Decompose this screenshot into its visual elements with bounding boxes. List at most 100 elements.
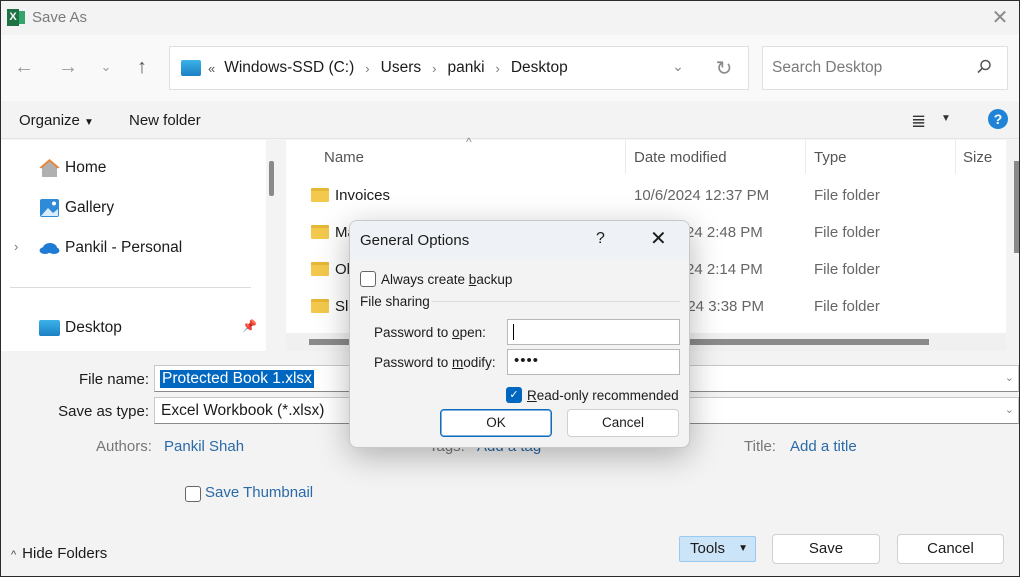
breadcrumb: « Windows-SSD (C:) › Users › panki › Des… bbox=[208, 59, 568, 77]
always-create-backup-checkbox[interactable] bbox=[360, 271, 376, 287]
read-only-recommended-label[interactable]: Read-only recommended bbox=[527, 388, 679, 403]
sidebar-item-desktop[interactable]: Desktop 📌 bbox=[1, 313, 261, 343]
tools-label: Tools bbox=[690, 540, 726, 557]
column-header-name[interactable]: Name bbox=[324, 149, 364, 166]
column-header-date-modified[interactable]: Date modified bbox=[634, 149, 727, 166]
file-row[interactable]: Invoices 10/6/2024 12:37 PM File folder bbox=[286, 178, 1006, 215]
file-type: File folder bbox=[814, 224, 880, 241]
column-separator bbox=[805, 140, 806, 174]
arrow-up-icon[interactable]: ↑ bbox=[130, 55, 154, 79]
search-input[interactable] bbox=[772, 58, 972, 78]
column-separator bbox=[625, 140, 626, 174]
close-icon[interactable]: ✕ bbox=[650, 226, 667, 251]
save-thumbnail-checkbox[interactable] bbox=[185, 486, 201, 502]
breadcrumb-panki[interactable]: panki bbox=[447, 59, 484, 77]
navigation-bar: ← → ⌄ ↑ « Windows-SSD (C:) › Users › pan… bbox=[1, 35, 1019, 101]
close-icon[interactable]: ✕ bbox=[987, 5, 1013, 31]
sidebar-item-label: Home bbox=[65, 159, 107, 176]
title-label: Title: bbox=[744, 438, 776, 455]
navigation-pane: Home Gallery › Pankil - Personal Desktop… bbox=[1, 140, 266, 351]
help-icon[interactable]: ? bbox=[596, 230, 605, 248]
caret-down-icon[interactable]: ▼ bbox=[941, 113, 951, 124]
drive-icon bbox=[181, 60, 201, 76]
new-folder-button[interactable]: New folder bbox=[129, 112, 201, 129]
hide-folders-button[interactable]: ^ Hide Folders bbox=[11, 545, 107, 562]
command-bar: Organize ▼ New folder ≣ ▼ ? bbox=[1, 101, 1019, 139]
chevron-right-icon[interactable]: › bbox=[14, 239, 18, 254]
column-header-size[interactable]: Size bbox=[963, 149, 992, 166]
chevron-right-icon: › bbox=[432, 60, 437, 76]
arrow-left-icon[interactable]: ← bbox=[12, 55, 36, 79]
password-to-modify-input[interactable]: •••• bbox=[507, 349, 680, 375]
view-list-icon[interactable]: ≣ bbox=[911, 111, 926, 132]
dialog-cancel-button[interactable]: Cancel bbox=[567, 409, 679, 437]
password-to-open-input[interactable] bbox=[507, 319, 680, 345]
excel-icon: X bbox=[7, 9, 25, 26]
folder-icon bbox=[311, 299, 329, 313]
home-icon bbox=[39, 159, 60, 177]
column-header-type[interactable]: Type bbox=[814, 149, 847, 166]
sidebar-item-gallery[interactable]: Gallery bbox=[1, 193, 261, 223]
save-as-window: X Save As ✕ ← → ⌄ ↑ « Windows-SSD (C:) ›… bbox=[0, 0, 1020, 577]
authors-value[interactable]: Pankil Shah bbox=[164, 438, 244, 455]
address-history-chevron-icon[interactable]: ⌄ bbox=[668, 58, 688, 78]
title-value[interactable]: Add a title bbox=[790, 438, 857, 455]
window-title: Save As bbox=[32, 9, 88, 26]
read-only-recommended-checkbox[interactable]: ✓ bbox=[506, 387, 522, 403]
desktop-icon bbox=[39, 320, 60, 336]
password-to-modify-label: Password to modify: bbox=[374, 355, 496, 370]
save-as-type-value: Excel Workbook (*.xlsx) bbox=[161, 402, 325, 419]
breadcrumb-drive[interactable]: Windows-SSD (C:) bbox=[224, 59, 354, 77]
organize-button[interactable]: Organize ▼ bbox=[19, 112, 94, 129]
file-name: Ol bbox=[335, 261, 350, 278]
sidebar-item-label: Pankil - Personal bbox=[65, 239, 183, 256]
file-name-label: File name: bbox=[78, 371, 149, 388]
chevron-up-icon: ^ bbox=[11, 549, 17, 561]
file-type: File folder bbox=[814, 187, 880, 204]
chevron-down-icon[interactable]: ⌄ bbox=[1005, 403, 1014, 416]
folder-icon bbox=[311, 188, 329, 202]
always-create-backup-label[interactable]: Always create backup bbox=[381, 272, 512, 287]
breadcrumb-desktop[interactable]: Desktop bbox=[511, 59, 568, 77]
file-date: 10/6/2024 12:37 PM bbox=[634, 187, 770, 204]
file-date: 024 3:38 PM bbox=[679, 298, 765, 315]
file-date: 24 2:14 PM bbox=[686, 261, 763, 278]
pin-icon[interactable]: 📌 bbox=[242, 319, 257, 333]
organize-label: Organize bbox=[19, 112, 80, 129]
refresh-icon[interactable]: ↻ bbox=[713, 56, 735, 80]
breadcrumb-overflow[interactable]: « bbox=[208, 61, 215, 76]
chevron-down-icon[interactable]: ⌄ bbox=[1005, 371, 1014, 384]
file-date: 24 2:48 PM bbox=[686, 224, 763, 241]
sidebar-item-label: Desktop bbox=[65, 319, 122, 336]
search-icon[interactable] bbox=[975, 58, 993, 76]
folder-icon bbox=[311, 225, 329, 239]
save-button[interactable]: Save bbox=[772, 534, 880, 564]
sidebar-item-home[interactable]: Home bbox=[1, 153, 261, 183]
sidebar-item-onedrive[interactable]: › Pankil - Personal bbox=[1, 233, 261, 263]
sidebar-divider bbox=[10, 287, 251, 288]
breadcrumb-users[interactable]: Users bbox=[381, 59, 421, 77]
group-divider bbox=[432, 301, 680, 302]
onedrive-cloud-icon bbox=[39, 243, 60, 254]
chevron-down-icon[interactable]: ⌄ bbox=[94, 55, 118, 79]
password-to-modify-value: •••• bbox=[514, 352, 540, 369]
file-sharing-group-label: File sharing bbox=[360, 294, 430, 309]
dialog-title-bar: General Options ? ✕ bbox=[350, 221, 689, 259]
sort-ascending-icon: ^ bbox=[466, 135, 472, 149]
general-options-dialog: General Options ? ✕ Always create backup… bbox=[349, 220, 690, 448]
ok-button[interactable]: OK bbox=[440, 409, 552, 437]
help-icon[interactable]: ? bbox=[988, 109, 1008, 129]
save-thumbnail-label[interactable]: Save Thumbnail bbox=[205, 484, 313, 501]
cancel-button[interactable]: Cancel bbox=[897, 534, 1004, 564]
vertical-scrollbar-thumb[interactable] bbox=[1014, 161, 1019, 253]
address-bar[interactable]: « Windows-SSD (C:) › Users › panki › Des… bbox=[169, 46, 749, 90]
sidebar-scrollbar-thumb[interactable] bbox=[269, 161, 274, 196]
chevron-right-icon: › bbox=[365, 60, 370, 76]
text-cursor bbox=[513, 324, 514, 340]
tools-button[interactable]: Tools ▼ bbox=[679, 536, 756, 562]
sidebar-item-label: Gallery bbox=[65, 199, 115, 216]
hide-folders-label: Hide Folders bbox=[22, 545, 108, 562]
chevron-right-icon: › bbox=[495, 60, 500, 76]
caret-down-icon: ▼ bbox=[738, 543, 748, 554]
arrow-right-icon[interactable]: → bbox=[56, 55, 80, 79]
